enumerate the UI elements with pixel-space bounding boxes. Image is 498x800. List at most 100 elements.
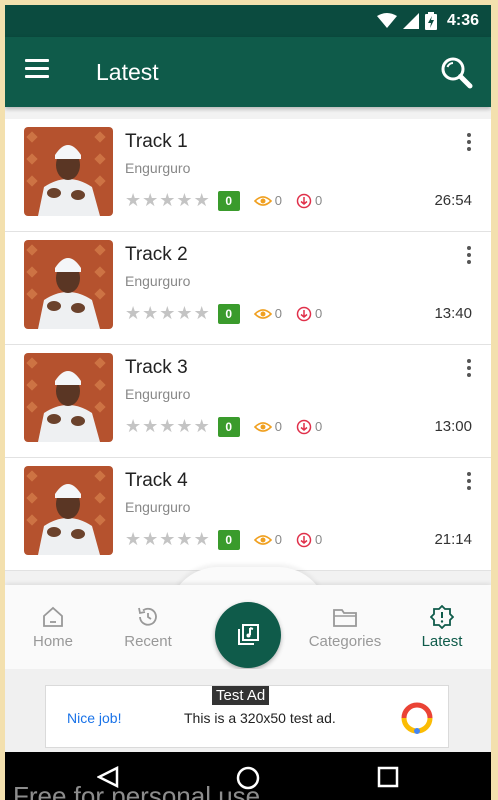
home-icon xyxy=(43,606,63,627)
history-icon xyxy=(138,607,157,626)
star-icon[interactable]: ★ xyxy=(176,529,192,550)
signal-icon xyxy=(402,13,419,29)
downloads-count: 0 xyxy=(314,532,323,547)
star-icon[interactable]: ★ xyxy=(159,303,175,324)
star-icon[interactable]: ★ xyxy=(125,303,141,324)
nav-home[interactable]: Home xyxy=(8,605,98,650)
more-vertical-icon[interactable] xyxy=(463,244,475,266)
star-icon[interactable]: ★ xyxy=(176,190,192,211)
folder-icon xyxy=(333,609,357,627)
views-count: 0 xyxy=(274,306,282,321)
track-duration: 13:00 xyxy=(434,418,472,435)
star-icon[interactable]: ★ xyxy=(194,416,210,437)
downloads-count: 0 xyxy=(314,193,323,208)
nav-categories[interactable]: Categories xyxy=(300,605,390,650)
music-library-icon xyxy=(238,624,259,645)
recents-square-icon[interactable] xyxy=(377,766,399,788)
downloads-stat: 0 xyxy=(296,419,322,435)
rating-stars[interactable]: ★ ★ ★ ★ ★ xyxy=(125,303,210,324)
watermark: Free for personal use xyxy=(13,781,261,800)
battery-charging-icon xyxy=(424,12,437,30)
status-icons: 4:36 xyxy=(376,12,479,30)
track-thumbnail xyxy=(24,127,113,216)
status-time: 4:36 xyxy=(446,12,479,29)
search-icon[interactable] xyxy=(439,55,473,89)
track-meta: ★ ★ ★ ★ ★ 0 0 0 xyxy=(125,303,322,324)
track-duration: 26:54 xyxy=(434,192,472,209)
star-icon[interactable]: ★ xyxy=(194,190,210,211)
download-icon xyxy=(296,532,312,547)
star-icon[interactable]: ★ xyxy=(159,190,175,211)
track-duration: 13:40 xyxy=(434,305,472,322)
track-meta: ★ ★ ★ ★ ★ 0 0 0 xyxy=(125,529,322,550)
eye-icon xyxy=(253,195,272,206)
track-card[interactable]: Track 1 Engurguro ★ ★ ★ ★ ★ 0 0 0 26:54 xyxy=(5,119,491,232)
views-stat: 0 xyxy=(253,193,282,208)
rating-badge: 0 xyxy=(217,303,240,324)
rating-stars[interactable]: ★ ★ ★ ★ ★ xyxy=(125,416,210,437)
rating-stars[interactable]: ★ ★ ★ ★ ★ xyxy=(125,190,210,211)
views-stat: 0 xyxy=(253,532,282,547)
new-badge-icon xyxy=(430,605,454,629)
track-meta: ★ ★ ★ ★ ★ 0 0 0 xyxy=(125,190,322,211)
nav-recent[interactable]: Recent xyxy=(103,605,193,650)
star-icon[interactable]: ★ xyxy=(176,416,192,437)
status-bar: 4:36 xyxy=(5,5,491,37)
star-icon[interactable]: ★ xyxy=(194,303,210,324)
track-title: Track 2 xyxy=(125,244,188,265)
star-icon[interactable]: ★ xyxy=(159,416,175,437)
track-meta: ★ ★ ★ ★ ★ 0 0 0 xyxy=(125,416,322,437)
track-title: Track 3 xyxy=(125,357,188,378)
ad-nice-text: Nice job! xyxy=(67,710,122,726)
more-vertical-icon[interactable] xyxy=(463,357,475,379)
star-icon[interactable]: ★ xyxy=(159,529,175,550)
track-thumbnail xyxy=(24,353,113,442)
rating-badge: 0 xyxy=(217,529,240,550)
nav-latest[interactable]: Latest xyxy=(397,605,487,650)
downloads-stat: 0 xyxy=(296,193,322,209)
ad-logo-icon xyxy=(401,702,433,734)
ad-body-text: This is a 320x50 test ad. xyxy=(184,710,336,726)
ad-area: Test Ad Nice job! This is a 320x50 test … xyxy=(5,669,491,752)
star-icon[interactable]: ★ xyxy=(125,529,141,550)
rating-stars[interactable]: ★ ★ ★ ★ ★ xyxy=(125,529,210,550)
track-card[interactable]: Track 4 Engurguro ★ ★ ★ ★ ★ 0 0 0 21:14 xyxy=(5,458,491,571)
track-artist: Engurguro xyxy=(125,386,191,402)
rating-badge: 0 xyxy=(217,416,240,437)
track-title: Track 1 xyxy=(125,131,188,152)
downloads-count: 0 xyxy=(314,306,323,321)
download-icon xyxy=(296,306,312,321)
track-artist: Engurguro xyxy=(125,160,191,176)
rating-badge: 0 xyxy=(217,190,240,211)
track-duration: 21:14 xyxy=(434,531,472,548)
star-icon[interactable]: ★ xyxy=(125,416,141,437)
star-icon[interactable]: ★ xyxy=(142,416,158,437)
test-ad-label: Test Ad xyxy=(212,686,270,705)
music-library-button[interactable] xyxy=(215,602,281,668)
app-bar: Latest xyxy=(5,37,491,107)
track-card[interactable]: Track 3 Engurguro ★ ★ ★ ★ ★ 0 0 0 13:00 xyxy=(5,345,491,458)
track-card[interactable]: Track 2 Engurguro ★ ★ ★ ★ ★ 0 0 0 13:40 xyxy=(5,232,491,345)
eye-icon xyxy=(253,421,272,432)
views-count: 0 xyxy=(274,532,282,547)
more-vertical-icon[interactable] xyxy=(463,470,475,492)
page-title: Latest xyxy=(96,59,159,85)
star-icon[interactable]: ★ xyxy=(142,190,158,211)
track-artist: Engurguro xyxy=(125,499,191,515)
more-vertical-icon[interactable] xyxy=(463,131,475,153)
nav-recent-label: Recent xyxy=(124,633,172,650)
views-count: 0 xyxy=(274,419,282,434)
star-icon[interactable]: ★ xyxy=(142,303,158,324)
star-icon[interactable]: ★ xyxy=(142,529,158,550)
star-icon[interactable]: ★ xyxy=(125,190,141,211)
eye-icon xyxy=(253,534,272,545)
hamburger-icon[interactable] xyxy=(25,59,53,83)
nav-latest-label: Latest xyxy=(421,633,463,650)
views-stat: 0 xyxy=(253,419,282,434)
track-title: Track 4 xyxy=(125,470,188,491)
downloads-stat: 0 xyxy=(296,306,322,322)
nav-categories-label: Categories xyxy=(308,633,382,650)
star-icon[interactable]: ★ xyxy=(194,529,210,550)
star-icon[interactable]: ★ xyxy=(176,303,192,324)
track-list: Track 1 Engurguro ★★★★★ 0 0 0 26:54 xyxy=(5,119,491,571)
